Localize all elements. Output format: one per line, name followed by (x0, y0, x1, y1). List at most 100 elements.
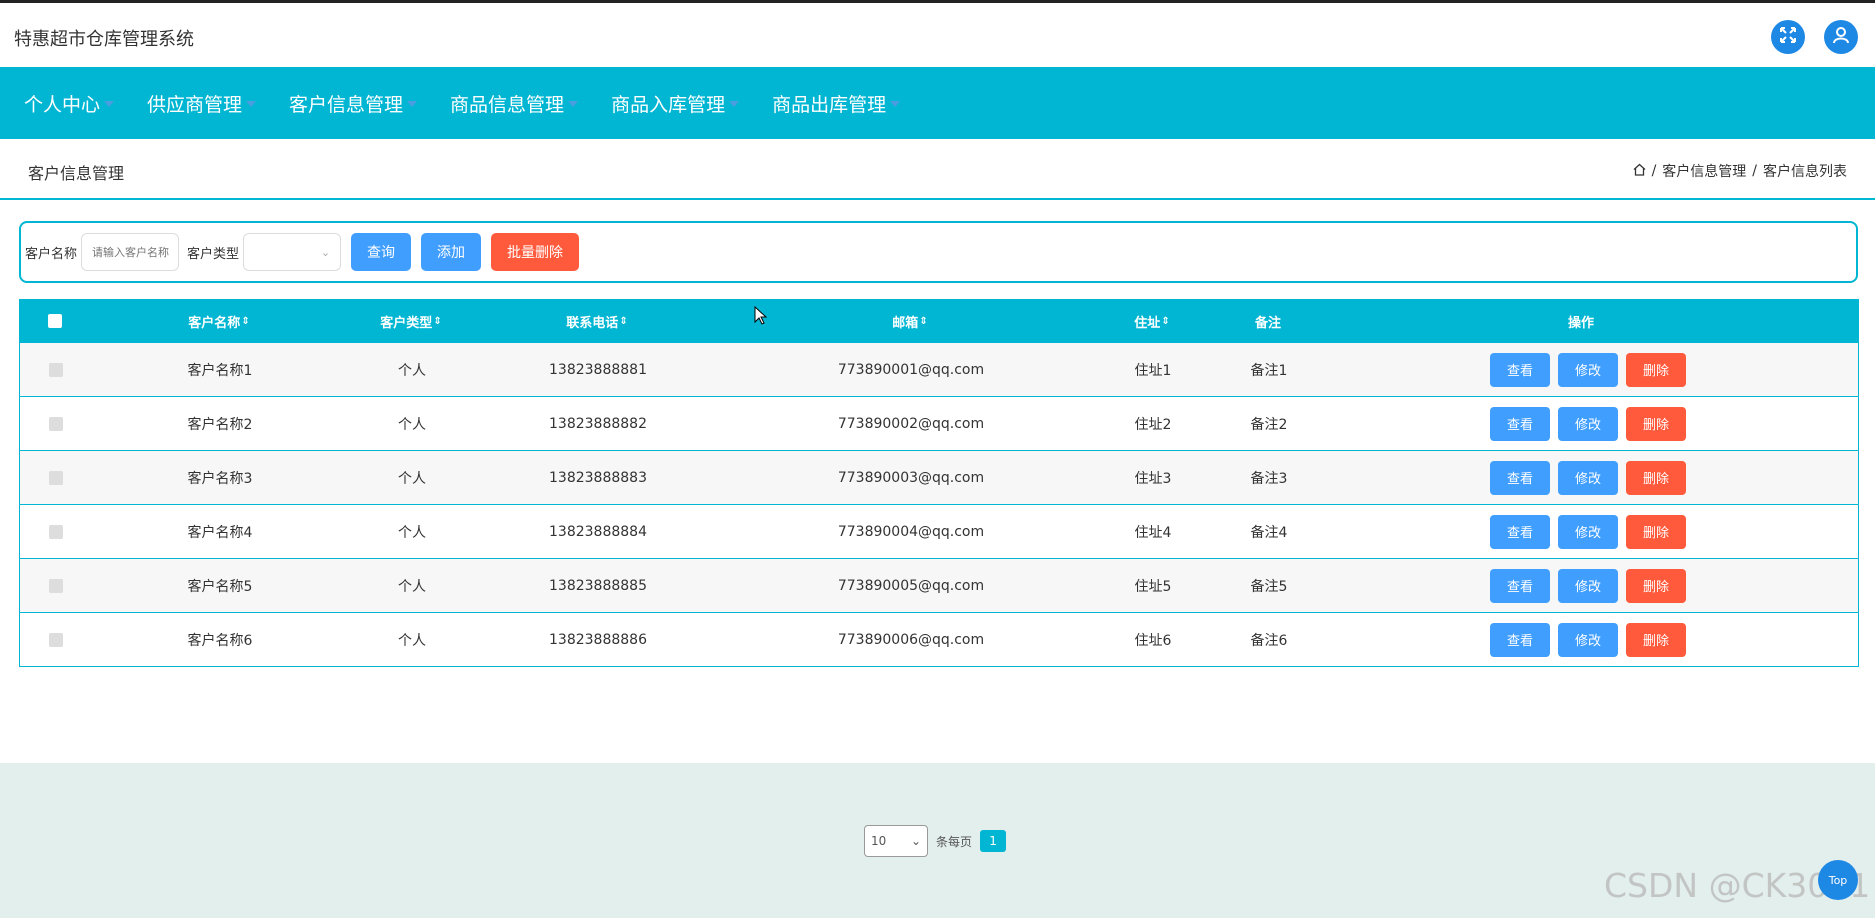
name-label: 客户名称 (25, 246, 78, 262)
home-icon[interactable] (1633, 163, 1646, 180)
edit-button[interactable]: 修改 (1558, 406, 1618, 441)
edit-button[interactable]: 修改 (1558, 514, 1618, 549)
row-checkbox[interactable] (49, 416, 63, 431)
header-type[interactable]: 客户类型 ⇕ (351, 299, 471, 343)
back-to-top-button[interactable]: Top (1818, 860, 1858, 900)
cell-address: 住址5 (1134, 578, 1172, 595)
batch-delete-button[interactable]: 批量删除 (491, 233, 580, 271)
customer-type-select[interactable]: ⌄ (243, 233, 342, 271)
caret-down-icon (568, 101, 579, 107)
chevron-down-icon: ⌄ (910, 834, 921, 848)
edit-button[interactable]: 修改 (1558, 568, 1618, 603)
breadcrumb-separator: / (1651, 163, 1657, 179)
view-button[interactable]: 查看 (1490, 460, 1550, 495)
main-nav: 个人中心 供应商管理 客户信息管理 商品信息管理 商品入库管理 商品出库管理 (0, 67, 1875, 139)
cell-phone: 13823888886 (549, 631, 647, 648)
row-checkbox[interactable] (49, 524, 63, 539)
header-address[interactable]: 住址 ⇕ (1092, 299, 1212, 343)
header-label: 客户类型 (380, 315, 433, 331)
delete-button[interactable]: 删除 (1626, 406, 1686, 441)
header-email[interactable]: 邮箱 ⇕ (820, 299, 1000, 343)
cell-phone: 13823888882 (549, 415, 647, 432)
page-number-current[interactable]: 1 (980, 830, 1007, 852)
user-button[interactable] (1824, 20, 1858, 54)
chevron-down-icon: ⌄ (320, 246, 331, 259)
table-row: 客户名称6 个人 13823888886 773890006@qq.com 住址6 备注6… (19, 613, 1859, 667)
edit-button[interactable]: 修改 (1558, 352, 1618, 387)
select-all-checkbox[interactable] (48, 314, 62, 328)
cell-actions: 查看 修改 删除 (1486, 613, 1690, 666)
header-phone[interactable]: 联系电话 ⇕ (537, 299, 657, 343)
header-select-cell (19, 299, 91, 343)
row-select-cell (20, 397, 92, 450)
cell-address: 住址6 (1134, 632, 1172, 649)
add-button[interactable]: 添加 (421, 233, 482, 271)
page-header: 客户信息管理 / 客户信息管理 / 客户信息列表 (0, 139, 1875, 200)
header-label: 联系电话 (566, 315, 619, 331)
cell-name: 客户名称1 (187, 362, 253, 379)
user-icon (1832, 26, 1850, 48)
delete-button[interactable]: 删除 (1626, 352, 1686, 387)
row-checkbox[interactable] (49, 632, 63, 647)
row-checkbox[interactable] (49, 362, 63, 377)
delete-button[interactable]: 删除 (1626, 514, 1686, 549)
edit-button[interactable]: 修改 (1558, 460, 1618, 495)
search-form: 客户名称 客户类型 ⌄ 查询 添加 批量删除 (19, 221, 1858, 283)
breadcrumb-item-current: 客户信息列表 (1763, 164, 1847, 180)
sort-icon: ⇕ (919, 315, 928, 327)
cell-name: 客户名称4 (187, 524, 253, 541)
view-button[interactable]: 查看 (1490, 568, 1550, 603)
customer-name-input[interactable] (81, 233, 180, 271)
cell-email: 773890005@qq.com (837, 577, 985, 594)
header-name[interactable]: 客户名称 ⇕ (159, 299, 279, 343)
page-size-select[interactable]: 10 ⌄ (864, 825, 928, 857)
caret-down-icon (729, 101, 740, 107)
edit-button[interactable]: 修改 (1558, 622, 1618, 657)
cell-type: 个人 (398, 362, 426, 379)
cell-email: 773890002@qq.com (837, 415, 985, 432)
breadcrumb-separator: / (1752, 163, 1757, 179)
nav-item-supplier[interactable]: 供应商管理 (147, 67, 257, 139)
cell-type: 个人 (398, 578, 426, 595)
nav-item-stock-out[interactable]: 商品出库管理 (772, 67, 901, 139)
breadcrumb-item[interactable]: 客户信息管理 (1662, 161, 1746, 181)
cell-phone: 13823888883 (549, 469, 647, 486)
pagination: 10 ⌄ 条每页 1 (864, 825, 1007, 857)
fullscreen-button[interactable] (1771, 20, 1805, 54)
row-select-cell (20, 451, 92, 504)
view-button[interactable]: 查看 (1490, 406, 1550, 441)
top-bar: 特惠超市仓库管理系统 (0, 0, 1875, 67)
view-button[interactable]: 查看 (1490, 352, 1550, 387)
delete-button[interactable]: 删除 (1626, 460, 1686, 495)
sort-icon: ⇕ (1161, 315, 1170, 327)
cell-address: 住址3 (1134, 470, 1172, 487)
table-row: 客户名称1 个人 13823888881 773890001@qq.com 住址1 备注1… (19, 343, 1859, 397)
caret-down-icon (407, 101, 418, 107)
nav-item-product[interactable]: 商品信息管理 (450, 67, 579, 139)
nav-item-personal-center[interactable]: 个人中心 (24, 67, 115, 139)
cell-note: 备注3 (1250, 470, 1288, 487)
cell-type: 个人 (398, 416, 426, 433)
cell-address: 住址2 (1134, 416, 1172, 433)
delete-button[interactable]: 删除 (1626, 568, 1686, 603)
view-button[interactable]: 查看 (1490, 622, 1550, 657)
nav-label: 供应商管理 (147, 93, 243, 116)
cell-email: 773890001@qq.com (837, 361, 985, 378)
row-checkbox[interactable] (49, 470, 63, 485)
query-button[interactable]: 查询 (351, 233, 412, 271)
nav-item-stock-in[interactable]: 商品入库管理 (611, 67, 740, 139)
header-label: 客户名称 (188, 315, 241, 331)
row-checkbox[interactable] (49, 578, 63, 593)
cell-type: 个人 (398, 524, 426, 541)
nav-item-customer[interactable]: 客户信息管理 (289, 67, 418, 139)
page-title: 客户信息管理 (28, 164, 125, 183)
type-label: 客户类型 (187, 246, 240, 262)
delete-button[interactable]: 删除 (1626, 622, 1686, 657)
row-select-cell (20, 613, 92, 666)
view-button[interactable]: 查看 (1490, 514, 1550, 549)
mouse-cursor-icon (754, 305, 768, 330)
header-label: 住址 (1134, 315, 1161, 331)
cell-type: 个人 (398, 632, 426, 649)
table-row: 客户名称2 个人 13823888882 773890002@qq.com 住址2 备注2… (19, 397, 1859, 451)
page-size-value: 10 (871, 834, 887, 848)
